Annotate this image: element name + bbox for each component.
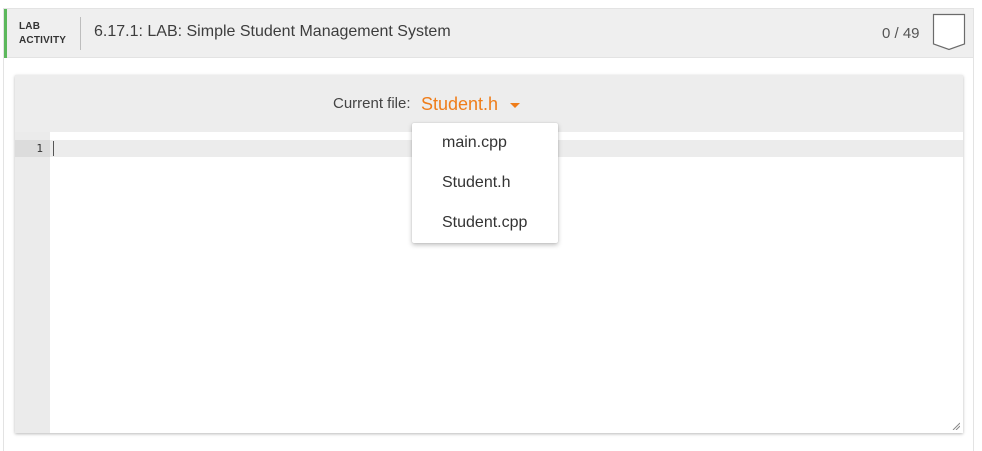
activity-type-label: LAB ACTIVITY <box>19 20 77 48</box>
activity-accent-bar <box>4 9 7 58</box>
file-dropdown-menu: main.cpp Student.h Student.cpp <box>412 123 558 243</box>
badge-outline-icon <box>932 13 966 51</box>
caret-down-icon <box>510 103 521 108</box>
text-cursor <box>53 141 54 156</box>
activity-title: 6.17.1: LAB: Simple Student Management S… <box>94 23 451 40</box>
current-file-dropdown[interactable]: Student.h <box>421 92 521 116</box>
activity-type-line-2: ACTIVITY <box>19 35 67 46</box>
dropdown-option-main-cpp[interactable]: main.cpp <box>412 127 558 167</box>
activity-header: LAB ACTIVITY 6.17.1: LAB: Simple Student… <box>4 9 973 58</box>
dropdown-option-student-cpp[interactable]: Student.cpp <box>412 207 558 247</box>
header-divider <box>80 17 81 50</box>
dropdown-option-student-h[interactable]: Student.h <box>412 167 558 207</box>
score-display: 0 / 49 <box>882 25 920 42</box>
line-number-gutter: 1 <box>15 132 50 433</box>
activity-type-line-1: LAB <box>19 21 41 32</box>
page: LAB ACTIVITY 6.17.1: LAB: Simple Student… <box>0 0 982 451</box>
current-file-value: Student.h <box>421 93 499 114</box>
resize-grip-icon[interactable] <box>952 422 960 430</box>
line-number: 1 <box>36 142 43 155</box>
current-file-label: Current file: <box>333 95 411 112</box>
